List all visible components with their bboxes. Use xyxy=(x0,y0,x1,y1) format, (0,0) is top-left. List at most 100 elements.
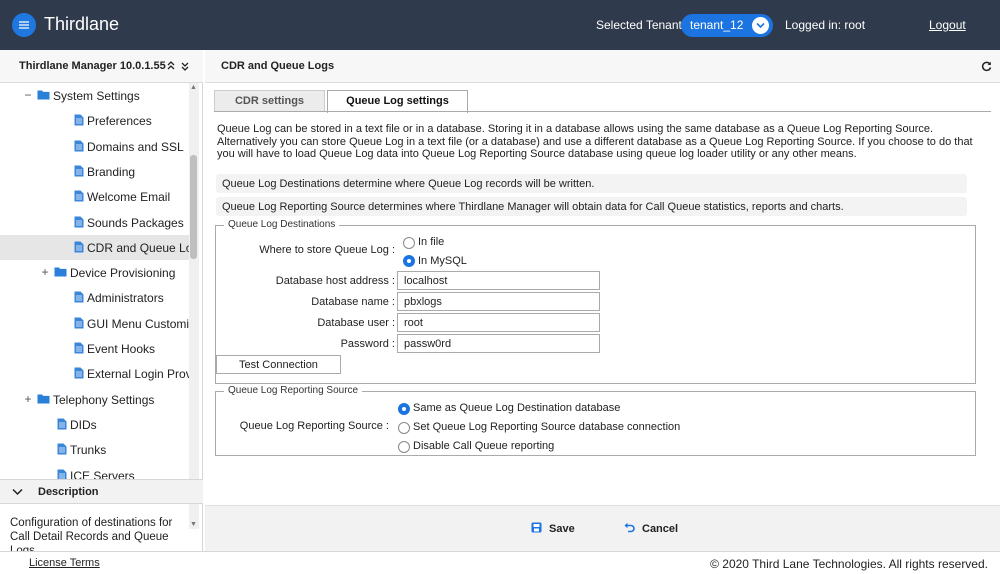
radio-set-reporting-connection[interactable] xyxy=(398,422,410,434)
radio-disable-reporting-label: Disable Call Queue reporting xyxy=(413,440,555,452)
radio-in-file[interactable] xyxy=(403,237,415,249)
sidebar-item[interactable]: − System Settings xyxy=(0,83,189,108)
tab-divider xyxy=(214,111,991,112)
action-bar: Save Cancel xyxy=(205,505,1000,551)
sidebar-item[interactable]: CDR and Queue Logs xyxy=(0,234,189,260)
document-icon xyxy=(57,418,67,433)
sidebar-item[interactable]: GUI Menu Customiz... xyxy=(0,311,189,336)
main-panel: CDR and Queue Logs CDR settings Queue Lo… xyxy=(205,50,1000,551)
document-icon xyxy=(74,190,84,205)
sidebar-item[interactable]: + Telephony Settings xyxy=(0,387,189,412)
sidebar-item-label: Administrators xyxy=(87,291,164,306)
collapse-icon[interactable]: − xyxy=(23,88,33,102)
radio-in-mysql-label: In MySQL xyxy=(418,255,467,267)
info-reporting-source: Queue Log Reporting Source determines wh… xyxy=(216,197,967,216)
sidebar-item-label: Preferences xyxy=(87,114,152,129)
chevron-down-icon xyxy=(752,17,769,34)
refresh-icon[interactable] xyxy=(981,61,992,75)
store-location-label: Where to store Queue Log : xyxy=(259,244,395,256)
sidebar-item[interactable]: Sounds Packages xyxy=(0,210,189,235)
folder-icon xyxy=(54,266,67,280)
sidebar-item[interactable]: + Device Provisioning xyxy=(0,260,189,285)
radio-same-as-destination-label: Same as Queue Log Destination database xyxy=(413,402,621,414)
save-button[interactable]: Save xyxy=(531,522,575,535)
radio-same-as-destination[interactable] xyxy=(398,403,410,415)
sidebar-scrollbar[interactable]: ▲ ▼ xyxy=(189,83,199,529)
sidebar-item[interactable]: Welcome Email xyxy=(0,184,189,209)
destinations-legend: Queue Log Destinations xyxy=(224,219,340,230)
tenant-label: Selected Tenant : xyxy=(596,18,689,32)
sidebar-item-label: Welcome Email xyxy=(87,190,171,205)
sidebar-item[interactable]: Event Hooks xyxy=(0,336,189,361)
db-host-input[interactable] xyxy=(397,271,600,290)
cancel-label: Cancel xyxy=(642,523,679,535)
db-user-label: Database user : xyxy=(317,317,395,329)
expand-icon[interactable]: + xyxy=(23,392,33,406)
db-name-input[interactable] xyxy=(397,292,600,311)
logout-link[interactable]: Logout xyxy=(929,18,966,32)
db-host-label: Database host address : xyxy=(275,275,395,287)
sidebar-item-label: Device Provisioning xyxy=(70,266,176,281)
sidebar-item-label: Sounds Packages xyxy=(87,215,184,230)
db-name-label: Database name : xyxy=(311,296,395,308)
sidebar-item[interactable]: Trunks xyxy=(0,437,189,462)
document-icon xyxy=(74,114,84,129)
sidebar-item-label: Trunks xyxy=(70,443,107,458)
sidebar-item-label: Telephony Settings xyxy=(53,392,155,407)
document-icon xyxy=(57,443,67,458)
app-footer: License Terms © 2020 Third Lane Technolo… xyxy=(0,551,1000,574)
tenant-value: tenant_12 xyxy=(690,18,744,32)
document-icon xyxy=(74,140,84,155)
sidebar-item[interactable]: Domains and SSL xyxy=(0,134,189,159)
radio-set-reporting-connection-label: Set Queue Log Reporting Source database … xyxy=(413,421,681,433)
reporting-source-label: Queue Log Reporting Source : xyxy=(239,420,389,432)
folder-icon xyxy=(37,89,50,103)
sidebar-title: Thirdlane Manager 10.0.1.55 xyxy=(19,60,166,72)
radio-disable-reporting[interactable] xyxy=(398,441,410,453)
sidebar-item[interactable]: External Login Provi... xyxy=(0,361,189,386)
sidebar-item[interactable]: Administrators xyxy=(0,285,189,310)
nav-tree: − System Settings Preferences Domains and S… xyxy=(0,83,189,529)
document-icon xyxy=(74,291,84,306)
reporting-legend: Queue Log Reporting Source xyxy=(224,385,363,396)
folder-icon xyxy=(37,393,50,407)
db-user-input[interactable] xyxy=(397,313,600,332)
description-header[interactable]: Description xyxy=(0,479,203,504)
app-header: Thirdlane Selected Tenant : tenant_12 Lo… xyxy=(0,0,1000,50)
main-header: CDR and Queue Logs xyxy=(205,50,1000,83)
sidebar-header: Thirdlane Manager 10.0.1.55 xyxy=(0,50,203,83)
password-label: Password : xyxy=(340,338,395,350)
test-connection-button[interactable]: Test Connection xyxy=(216,355,341,374)
sidebar-item-label: Domains and SSL xyxy=(87,139,184,154)
document-icon xyxy=(74,216,84,231)
intro-text: Queue Log can be stored in a text file o… xyxy=(217,123,973,160)
sidebar-item-label: DIDs xyxy=(70,417,97,432)
collapse-expand-icons[interactable] xyxy=(166,60,190,75)
save-label: Save xyxy=(549,523,575,535)
copyright-text: © 2020 Third Lane Technologies. All righ… xyxy=(710,557,988,571)
password-input[interactable] xyxy=(397,334,600,353)
sidebar-item[interactable]: Branding xyxy=(0,159,189,184)
radio-in-file-label: In file xyxy=(418,236,445,248)
document-icon xyxy=(74,241,84,256)
tab-cdr-settings[interactable]: CDR settings xyxy=(214,90,325,112)
scrollbar-thumb[interactable] xyxy=(190,155,197,259)
sidebar: Thirdlane Manager 10.0.1.55 − System Sett… xyxy=(0,50,203,557)
sidebar-item-label: CDR and Queue Logs xyxy=(87,240,189,255)
expand-icon[interactable]: + xyxy=(40,265,50,279)
radio-in-mysql[interactable] xyxy=(403,255,415,267)
sidebar-item-label: System Settings xyxy=(53,89,140,103)
menu-icon[interactable] xyxy=(12,13,36,37)
page-title: CDR and Queue Logs xyxy=(221,60,335,72)
cancel-button[interactable]: Cancel xyxy=(624,522,679,535)
document-icon xyxy=(74,367,84,382)
sidebar-item-label: GUI Menu Customiz... xyxy=(87,316,189,331)
sidebar-item-label: External Login Provi... xyxy=(87,367,189,382)
sidebar-item[interactable]: DIDs xyxy=(0,412,189,437)
sidebar-item[interactable]: Preferences xyxy=(0,108,189,133)
document-icon xyxy=(74,317,84,332)
tenant-select[interactable]: tenant_12 xyxy=(681,14,773,37)
chevron-down-icon xyxy=(12,485,23,499)
tab-queue-log-settings[interactable]: Queue Log settings xyxy=(327,90,468,113)
license-terms-link[interactable]: License Terms xyxy=(29,557,100,569)
